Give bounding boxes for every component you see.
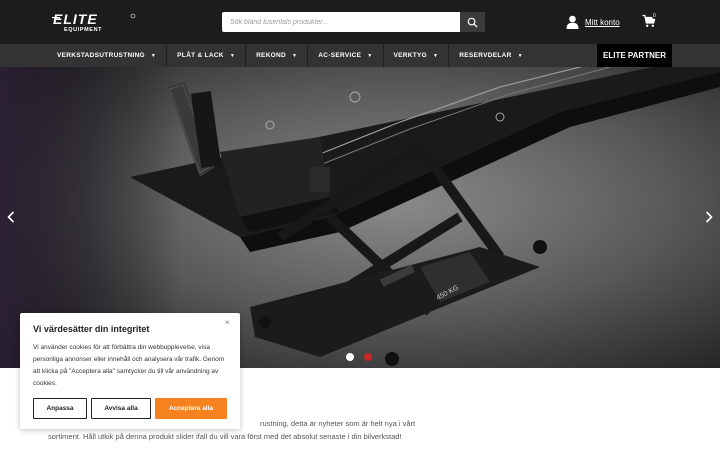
- search-icon: [467, 17, 478, 28]
- elite-partner-button[interactable]: ELITE PARTNER: [597, 44, 672, 67]
- nav-item-ac-service[interactable]: AC-SERVICE ▼: [308, 44, 384, 67]
- slider-next-button[interactable]: [702, 208, 716, 226]
- cart-count-badge: 0: [652, 13, 657, 19]
- chevron-right-icon: [705, 211, 713, 223]
- svg-text:EQUIPMENT: EQUIPMENT: [64, 27, 102, 32]
- search-button[interactable]: [460, 12, 485, 32]
- nav-item-verkstadsutrustning[interactable]: VERKSTADSUTRUSTNING ▼: [47, 44, 168, 67]
- nav-item-verktyg[interactable]: VERKTYG ▼: [384, 44, 450, 67]
- customize-button[interactable]: Anpassa: [33, 398, 87, 419]
- nav-item-label: AC-SERVICE: [318, 52, 362, 59]
- chevron-down-icon: ▼: [367, 52, 373, 59]
- chevron-down-icon: ▼: [433, 52, 439, 59]
- nav-item-label: VERKSTADSUTRUSTNING: [57, 52, 145, 59]
- close-icon[interactable]: ×: [225, 318, 230, 327]
- elite-equipment-logo[interactable]: ELITE EQUIPMENT: [52, 11, 138, 33]
- cookie-description: Vi använder cookies för att förbättra di…: [33, 344, 225, 387]
- chevron-down-icon: ▼: [229, 52, 236, 59]
- nav-item-label: PLÅT & LACK: [177, 52, 224, 59]
- nav-item-label: REKOND: [256, 52, 287, 59]
- intro-text-line-2: sortiment. Håll utkik på denna produkt s…: [48, 432, 402, 441]
- nav-item-reservdelar[interactable]: RESERVDELAR ▼: [449, 44, 533, 67]
- user-icon: [566, 15, 579, 29]
- account-link[interactable]: Mitt konto: [566, 14, 620, 30]
- accept-all-button[interactable]: Acceptera alla: [155, 398, 227, 419]
- nav-item-plat-lack[interactable]: PLÅT & LACK ▼: [167, 44, 247, 67]
- nav-item-label: RESERVDELAR: [459, 52, 512, 59]
- slider-prev-button[interactable]: [4, 208, 18, 226]
- slider-dots: [346, 353, 372, 361]
- nav-item-label: VERKTYG: [393, 52, 428, 59]
- chevron-left-icon: [7, 211, 15, 223]
- cookie-title: Vi värdesätter din integritet: [33, 324, 150, 334]
- chevron-down-icon: ▼: [150, 52, 157, 59]
- chevron-down-icon: ▼: [292, 52, 298, 59]
- chevron-down-icon: ▼: [517, 52, 523, 59]
- intro-text-line-1: rustning, detta är nyheter som är helt n…: [260, 419, 416, 428]
- reject-all-button[interactable]: Avvisa alla: [91, 398, 151, 419]
- cookie-consent-dialog: Vi värdesätter din integritet × Vi använ…: [20, 313, 240, 429]
- top-header: ELITE EQUIPMENT Mitt konto 0: [0, 0, 720, 44]
- slider-dot-2[interactable]: [364, 353, 372, 361]
- nav-item-rekond[interactable]: REKOND ▼: [246, 44, 309, 67]
- search-bar: [222, 12, 485, 32]
- slider-dot-1[interactable]: [346, 353, 354, 361]
- account-label[interactable]: Mitt konto: [585, 18, 620, 27]
- search-input[interactable]: [222, 12, 460, 32]
- svg-text:ELITE: ELITE: [53, 12, 98, 27]
